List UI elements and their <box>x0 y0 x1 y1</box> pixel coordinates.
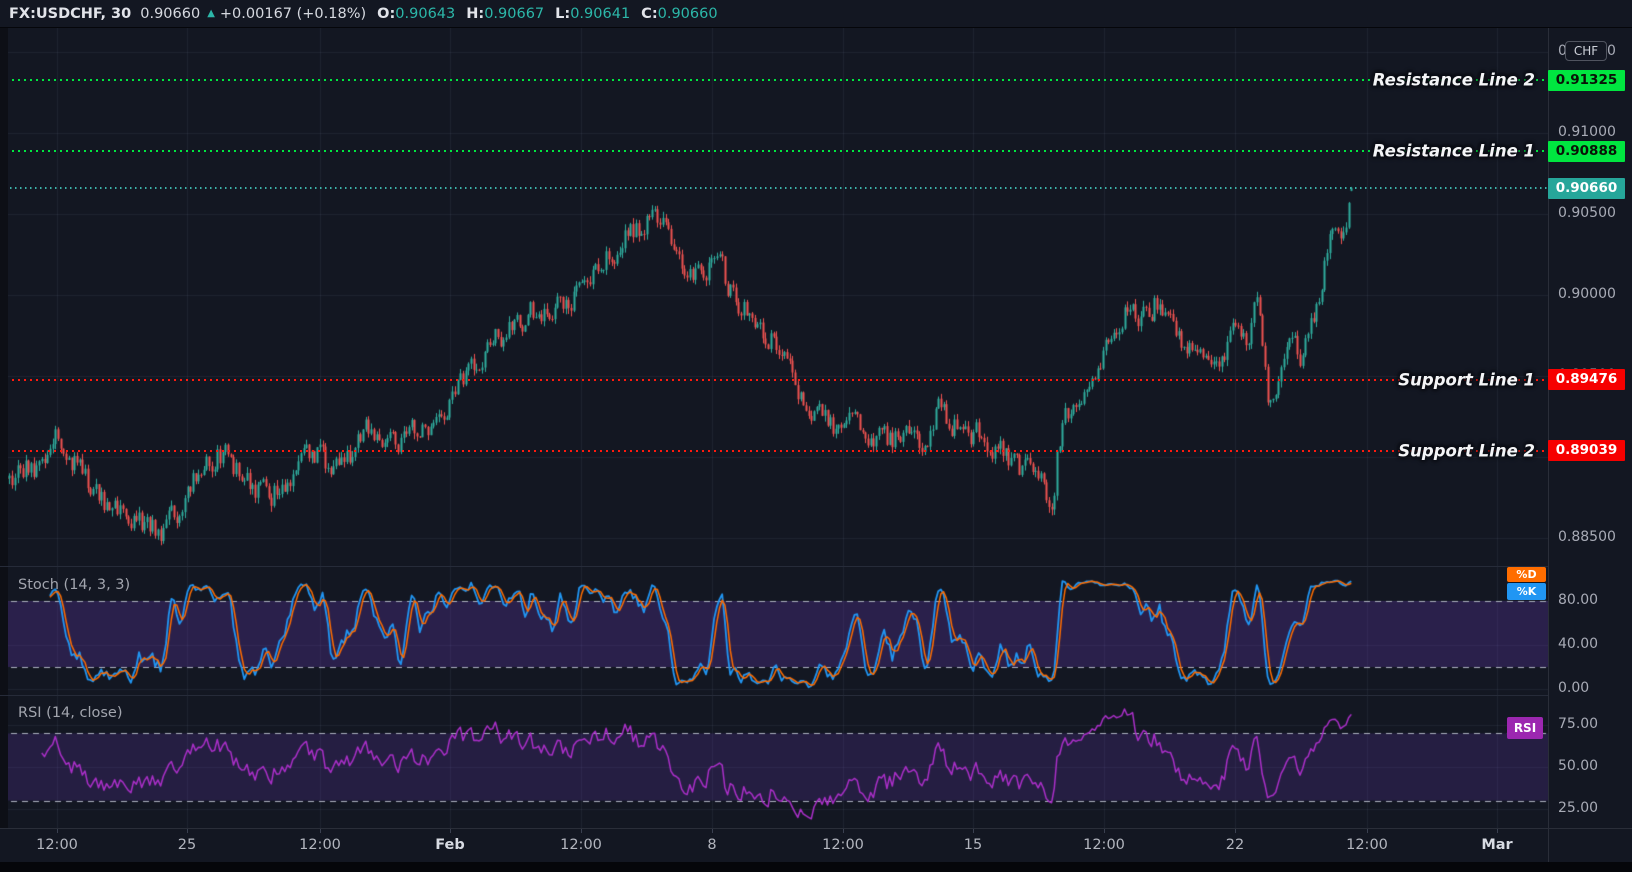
stoch-axis-label: 80.00 <box>1558 592 1599 608</box>
time-axis-label: 12:00 <box>1083 837 1125 853</box>
low-label: L: <box>555 5 571 22</box>
axis-border <box>1548 828 1549 862</box>
time-axis-tick <box>843 829 844 833</box>
resistance-2-badge: 0.91325 <box>1548 69 1625 91</box>
time-axis-label: Mar <box>1481 837 1513 853</box>
resistance-2-label[interactable]: Resistance Line 2 <box>1373 71 1535 90</box>
symbol-button[interactable]: FX:USDCHF, 30 <box>9 6 131 22</box>
time-axis-label: Feb <box>435 837 465 853</box>
time-axis-tick <box>712 829 713 833</box>
time-axis-tick <box>581 829 582 833</box>
price-axis-label: 0.90500 <box>1558 205 1616 221</box>
support-2-badge: 0.89039 <box>1548 440 1625 462</box>
pane-divider[interactable] <box>0 695 1548 696</box>
time-axis-label: 25 <box>177 837 197 853</box>
time-axis-tick <box>973 829 974 833</box>
open-label: O: <box>377 5 396 22</box>
time-axis-label: 12:00 <box>36 837 78 853</box>
stoch-k-value-badge: %K <box>1507 583 1546 600</box>
rsi-indicator-title[interactable]: RSI (14, close) <box>18 705 123 721</box>
close-label: C: <box>641 5 658 22</box>
rsi-axis-label: 25.00 <box>1558 800 1599 816</box>
price-axis-label: 0.90000 <box>1558 286 1616 302</box>
time-axis-tick <box>450 829 451 833</box>
main-price-pane-canvas[interactable] <box>0 28 1548 566</box>
stoch-axis-label: 0.00 <box>1558 680 1590 696</box>
time-axis[interactable]: 12:00 25 12:00 Feb 12:00 8 12:00 15 12:00 22 12:00… <box>0 828 1632 862</box>
rsi-axis-label: 75.00 <box>1558 716 1599 732</box>
close-value: 0.90660 <box>657 5 718 22</box>
high-value: 0.90667 <box>484 5 545 22</box>
stoch-d-value-badge: %D <box>1507 567 1546 582</box>
rsi-value-badge: RSI <box>1507 717 1543 739</box>
currency-chf-button[interactable]: CHF <box>1565 41 1607 61</box>
pane-divider[interactable] <box>0 566 1548 567</box>
time-axis-tick <box>1104 829 1105 833</box>
high-label: H: <box>466 5 485 22</box>
time-axis-label: 15 <box>963 837 983 853</box>
trading-chart-window: FX:USDCHF, 30 0.90660 ▲ +0.00167 (+0.18%… <box>0 0 1632 872</box>
time-axis-tick <box>187 829 188 833</box>
price-axis-label: 0.91000 <box>1558 124 1616 140</box>
time-axis-tick <box>57 829 58 833</box>
chart-left-margin <box>0 28 8 862</box>
current-price-badge: 0.90660 <box>1548 177 1625 199</box>
open-value: 0.90643 <box>395 5 456 22</box>
price-axis[interactable]: CHF 0.915000.910000.905000.900000.895000… <box>1548 28 1632 828</box>
resistance-1-line[interactable] <box>0 150 1548 153</box>
resistance-1-label[interactable]: Resistance Line 1 <box>1373 142 1535 161</box>
time-axis-label: 12:00 <box>1346 837 1388 853</box>
stoch-indicator-title[interactable]: Stoch (14, 3, 3) <box>18 577 130 593</box>
time-axis-label: 12:00 <box>560 837 602 853</box>
chart-area: Stoch (14, 3, 3) RSI (14, close) %D %K R… <box>0 28 1632 828</box>
up-triangle-icon: ▲ <box>207 8 215 19</box>
resistance-2-line[interactable] <box>0 79 1548 82</box>
support-2-line[interactable] <box>0 449 1548 452</box>
time-axis-tick <box>1367 829 1368 833</box>
last-price: 0.90660 <box>140 5 201 22</box>
time-axis-label: 12:00 <box>822 837 864 853</box>
price-change: +0.00167 (+0.18%) <box>219 5 367 22</box>
support-1-badge: 0.89476 <box>1548 369 1625 391</box>
support-2-label[interactable]: Support Line 2 <box>1398 441 1535 460</box>
support-1-label[interactable]: Support Line 1 <box>1398 370 1535 389</box>
price-axis-label: 0.88500 <box>1558 529 1616 545</box>
current-price-line[interactable] <box>0 187 1548 189</box>
rsi-pane-canvas[interactable] <box>0 695 1548 828</box>
symbol-info-bar: FX:USDCHF, 30 0.90660 ▲ +0.00167 (+0.18%… <box>0 0 1632 27</box>
time-axis-label: 22 <box>1225 837 1245 853</box>
time-axis-tick <box>1497 829 1498 833</box>
low-value: 0.90641 <box>570 5 631 22</box>
time-axis-label: 12:00 <box>299 837 341 853</box>
time-axis-tick <box>320 829 321 833</box>
resistance-1-badge: 0.90888 <box>1548 140 1625 162</box>
rsi-axis-label: 50.00 <box>1558 758 1599 774</box>
stoch-axis-label: 40.00 <box>1558 636 1599 652</box>
time-axis-label: 8 <box>707 837 717 853</box>
stochastic-pane-canvas[interactable] <box>0 566 1548 695</box>
support-1-line[interactable] <box>0 378 1548 381</box>
time-axis-tick <box>1235 829 1236 833</box>
